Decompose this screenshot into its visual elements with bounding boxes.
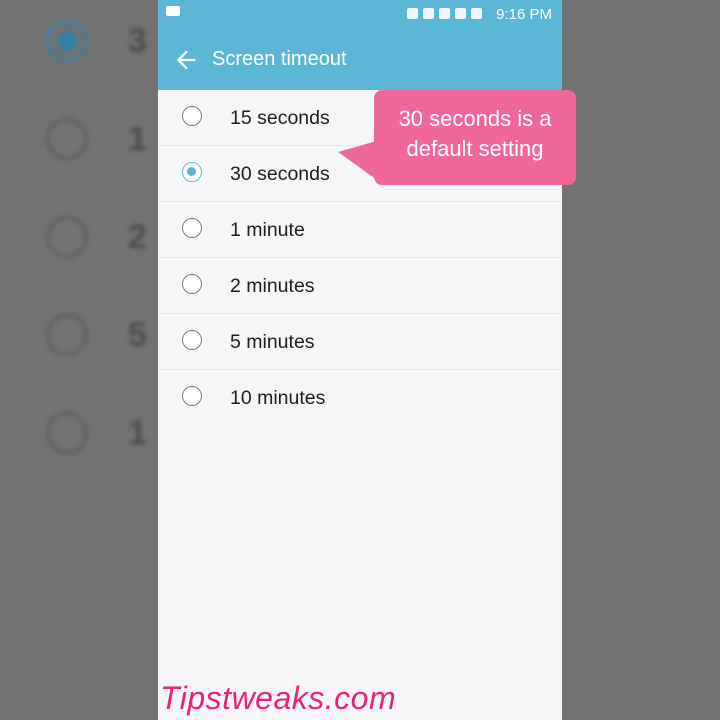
ghost-radio [46,412,88,454]
status-bar: 9:16 PM [158,0,562,30]
annotation-callout: 30 seconds is a default setting [374,90,576,185]
video-icon [166,6,180,16]
radio-button[interactable] [182,386,202,406]
ghost-text: 2 [128,218,147,256]
blurred-background-right [562,0,720,720]
radio-button[interactable] [182,274,202,294]
option-label: 5 minutes [230,331,315,353]
option-label: 15 seconds [230,107,330,129]
callout-line: 30 seconds is a [398,106,552,131]
option-1-minute[interactable]: 1 minute [158,202,562,258]
option-label: 10 minutes [230,387,326,409]
ghost-radio [46,216,88,258]
status-time: 9:16 PM [496,6,552,23]
radio-button[interactable] [182,218,202,238]
radio-button[interactable] [182,330,202,350]
status-icons [407,8,482,19]
option-10-minutes[interactable]: 10 minutes [158,370,562,425]
arrow-left-icon[interactable] [172,46,200,74]
cast-icon [407,8,418,19]
app-bar: Screen timeout [158,30,562,90]
ghost-radio [46,118,88,160]
ghost-text: 1 [128,120,147,158]
signal-icon [455,8,466,19]
radio-button[interactable] [182,106,202,126]
ghost-radio [46,20,88,62]
bluetooth-icon [423,8,434,19]
ghost-text: 3 [128,22,147,60]
option-label: 30 seconds [230,163,330,185]
ghost-text: 5 [128,316,147,354]
option-5-minutes[interactable]: 5 minutes [158,314,562,370]
blurred-background-left: 3 1 2 5 1 [0,0,158,720]
wifi-icon [439,8,450,19]
watermark: Tipstweaks.com [160,680,397,716]
page-title: Screen timeout [212,48,347,70]
radio-button-selected[interactable] [182,162,202,182]
ghost-radio [46,314,88,356]
callout-line: default setting [406,136,544,161]
ghost-text: 1 [128,414,147,452]
battery-icon [471,8,482,19]
option-2-minutes[interactable]: 2 minutes [158,258,562,314]
option-label: 2 minutes [230,275,315,297]
option-label: 1 minute [230,219,305,241]
